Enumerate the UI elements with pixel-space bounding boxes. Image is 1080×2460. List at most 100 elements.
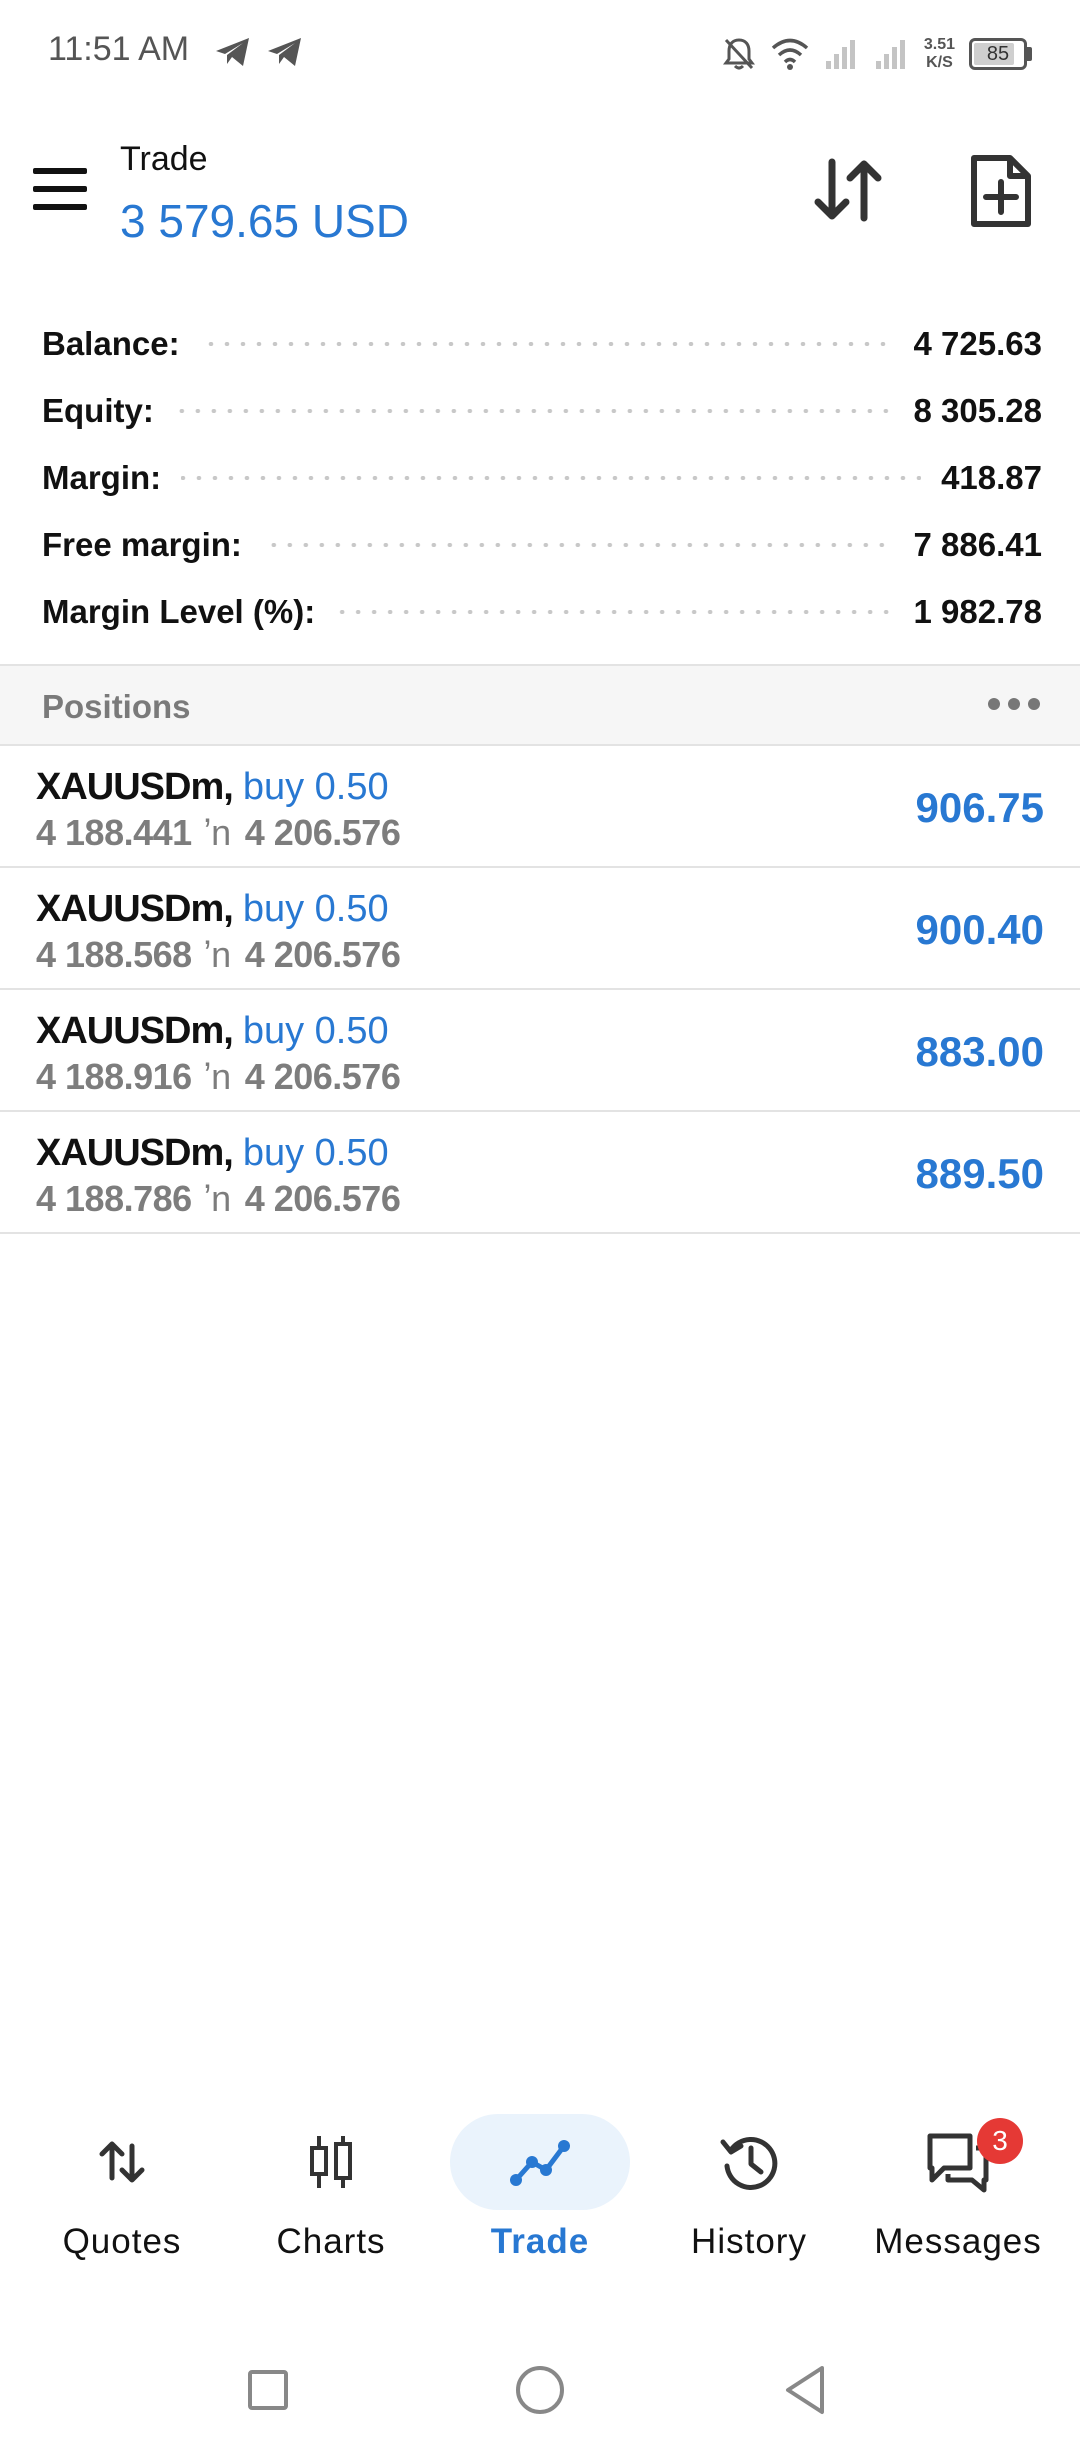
current-price: 4 206.576: [244, 812, 401, 853]
more-options-icon[interactable]: [988, 698, 1040, 710]
nav-label: Trade: [490, 2222, 590, 2261]
menu-button[interactable]: [30, 168, 90, 220]
position-profit: 889.50: [915, 1150, 1044, 1197]
nav-messages[interactable]: 3 Messages: [853, 2100, 1063, 2300]
summary-value: 7 886.41: [913, 525, 1042, 563]
network-speed: 3.51 K/S: [924, 36, 955, 72]
network-speed-value: 3.51: [923, 36, 955, 53]
signal-icon: [825, 40, 855, 69]
position-symbol: XAUUSDm,: [36, 766, 234, 808]
summary-label: Margin Level (%):: [42, 592, 316, 630]
nav-charts[interactable]: Charts: [226, 2100, 436, 2300]
summary-label: Equity:: [42, 391, 154, 429]
open-price: 4 188.786: [36, 1178, 192, 1219]
wifi-icon: [771, 38, 809, 70]
messages-badge: 3: [977, 2118, 1023, 2164]
nav-quotes[interactable]: Quotes: [17, 2100, 227, 2300]
open-price: 4 188.916: [36, 1056, 192, 1097]
back-triangle-icon[interactable]: [782, 2364, 830, 2416]
account-summary: Balance: 4 725.63 Equity: 8 305.28 Margi…: [42, 310, 1042, 645]
summary-value: 1 982.78: [913, 592, 1042, 630]
nav-icon-container: [241, 2114, 421, 2210]
position-row[interactable]: XAUUSDm, buy 0.50 4 188.916 ʼn 4 206.576 88…: [0, 990, 1080, 1112]
position-row[interactable]: XAUUSDm, buy 0.50 4 188.786 ʼn 4 206.576 88…: [0, 1112, 1080, 1234]
positions-list: XAUUSDm, buy 0.50 4 188.441 ʼn 4 206.576 90…: [0, 746, 1080, 1234]
nav-label: Quotes: [62, 2222, 182, 2261]
status-bar: 11:51 AM 3.51 K/S 85: [0, 0, 1080, 110]
nav-icon-container: [868, 2114, 1048, 2210]
account-profit: 3 579.65 USD: [120, 195, 409, 247]
candlestick-icon: [310, 2136, 352, 2188]
positions-title: Positions: [42, 688, 191, 725]
position-symbol: XAUUSDm,: [36, 1132, 234, 1174]
price-arrow: ʼn: [203, 934, 232, 975]
summary-value: 8 305.28: [913, 391, 1042, 429]
dotted-leader: [261, 542, 894, 547]
position-side: buy 0.50: [242, 1010, 389, 1052]
menu-icon-bar: [33, 186, 87, 192]
nav-label: Messages: [874, 2222, 1042, 2261]
open-price: 4 188.441: [36, 812, 192, 853]
summary-row-free-margin: Free margin: 7 886.41: [42, 511, 1042, 578]
new-order-icon[interactable]: [966, 152, 1036, 232]
nav-label: Charts: [276, 2222, 386, 2261]
current-price: 4 206.576: [244, 1056, 401, 1097]
current-price: 4 206.576: [244, 934, 401, 975]
summary-label: Balance:: [42, 324, 180, 362]
signal-icon: [875, 40, 905, 69]
quotes-arrows-icon: [99, 2141, 145, 2183]
position-profit: 906.75: [915, 784, 1044, 831]
sort-icon[interactable]: [808, 150, 888, 230]
summary-value: 418.87: [941, 458, 1042, 496]
position-side: buy 0.50: [242, 1132, 389, 1174]
position-row[interactable]: XAUUSDm, buy 0.50 4 188.568 ʼn 4 206.576 90…: [0, 868, 1080, 990]
recents-square-icon[interactable]: [248, 2370, 288, 2410]
position-side: buy 0.50: [242, 888, 389, 930]
summary-label: Margin:: [42, 458, 162, 496]
summary-row-equity: Equity: 8 305.28: [42, 377, 1042, 444]
price-arrow: ʼn: [203, 1056, 232, 1097]
nav-icon-container: [32, 2114, 212, 2210]
nav-trade[interactable]: Trade: [435, 2100, 645, 2300]
nav-icon-container: [450, 2114, 630, 2210]
status-icons: 3.51 K/S 85: [722, 28, 1032, 80]
position-row[interactable]: XAUUSDm, buy 0.50 4 188.441 ʼn 4 206.576 90…: [0, 746, 1080, 868]
telegram-icon: [268, 38, 301, 66]
menu-icon-bar: [33, 204, 87, 210]
mute-bell-icon: [722, 38, 755, 70]
summary-row-margin: Margin: 418.87: [42, 444, 1042, 511]
open-price: 4 188.568: [36, 934, 192, 975]
positions-section-header: Positions: [0, 664, 1080, 746]
dotted-leader: [199, 341, 894, 346]
summary-row-margin-level: Margin Level (%): 1 982.78: [42, 578, 1042, 645]
system-navigation-bar: [0, 2340, 1080, 2450]
position-symbol: XAUUSDm,: [36, 888, 234, 930]
status-time: 11:51 AM: [48, 30, 190, 68]
position-symbol: XAUUSDm,: [36, 1010, 234, 1052]
battery-level: 85: [986, 43, 1010, 65]
bottom-navigation: Quotes Charts Trade History 3 Messages: [0, 2100, 1080, 2300]
menu-icon-bar: [33, 168, 87, 174]
network-speed-unit: K/S: [926, 54, 953, 71]
dotted-leader: [335, 609, 894, 614]
dotted-leader: [173, 408, 894, 413]
nav-history[interactable]: History: [644, 2100, 854, 2300]
history-clock-icon: [720, 2136, 778, 2190]
home-circle-icon[interactable]: [516, 2366, 564, 2414]
nav-label: History: [691, 2222, 807, 2261]
page-title: Trade: [120, 140, 208, 178]
price-arrow: ʼn: [203, 1178, 232, 1219]
telegram-icon: [216, 38, 249, 66]
current-price: 4 206.576: [244, 1178, 401, 1219]
position-profit: 883.00: [915, 1028, 1044, 1075]
battery-cap: [1027, 47, 1032, 61]
position-side: buy 0.50: [242, 766, 389, 808]
dotted-leader: [181, 475, 922, 480]
nav-icon-container: [659, 2114, 839, 2210]
summary-label: Free margin:: [42, 525, 242, 563]
summary-row-balance: Balance: 4 725.63: [42, 310, 1042, 377]
position-profit: 900.40: [915, 906, 1044, 953]
trade-line-icon: [510, 2140, 570, 2186]
price-arrow: ʼn: [203, 812, 232, 853]
battery-icon: 85: [969, 38, 1027, 70]
